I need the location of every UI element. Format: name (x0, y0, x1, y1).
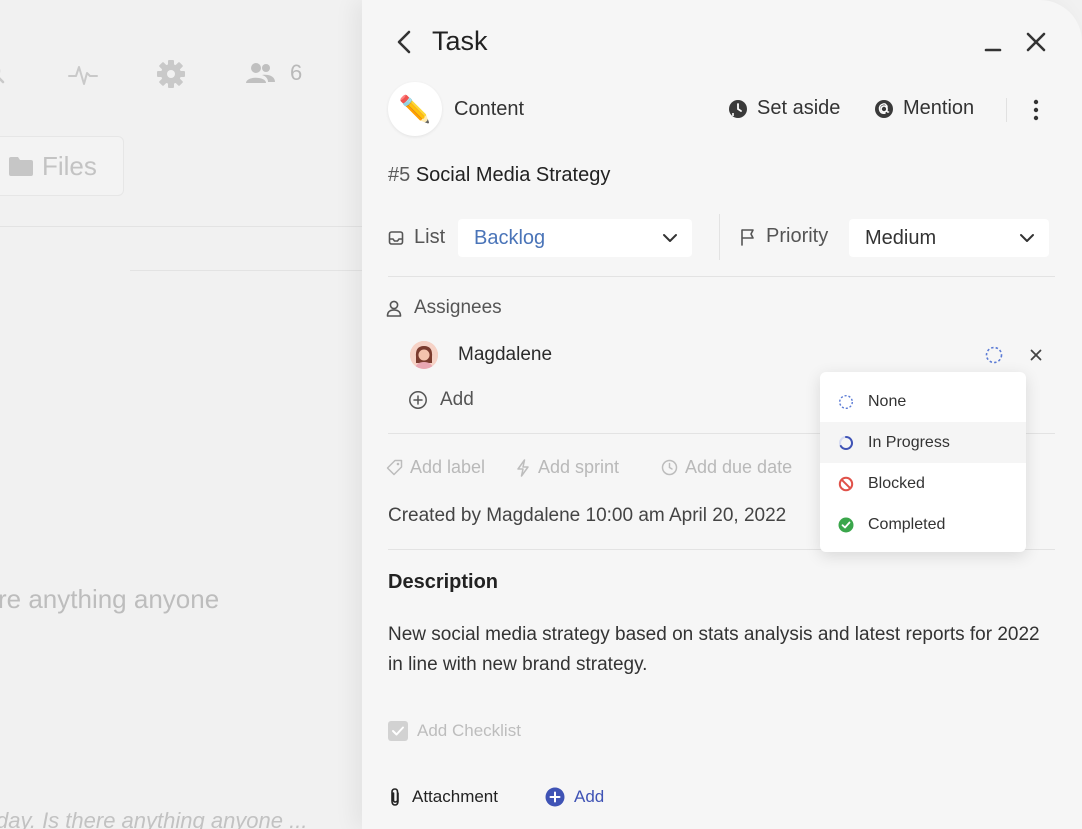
add-attachment-label: Add (574, 787, 605, 806)
list-field-label: List (388, 226, 445, 249)
status-option-none[interactable]: None (820, 381, 1026, 422)
status-option-label: Blocked (868, 474, 925, 492)
content-type-label: Content (454, 98, 525, 120)
task-name: Social Media Strategy (415, 164, 611, 186)
back-arrow-icon[interactable] (392, 28, 418, 56)
panel-title: Task (432, 26, 488, 56)
add-sprint-text: Add sprint (538, 457, 620, 477)
status-option-label: Completed (868, 515, 946, 533)
status-option-in-progress[interactable]: In Progress (820, 422, 1026, 463)
task-number: #5 (388, 164, 411, 186)
set-aside-button[interactable]: Set aside (728, 97, 840, 120)
clock-icon (661, 459, 678, 476)
assignees-heading: Assignees (386, 297, 502, 319)
paperclip-icon (391, 788, 399, 806)
members-count: 6 (290, 60, 303, 85)
members-indicator: 6 (244, 60, 302, 86)
users-icon (246, 63, 275, 83)
priority-label: Priority (766, 225, 829, 247)
search-icon (0, 68, 5, 84)
add-assignee-button[interactable]: Add (408, 389, 474, 411)
divider (0, 226, 362, 227)
status-option-blocked[interactable]: Blocked (820, 463, 1026, 504)
remove-assignee-icon[interactable] (1028, 347, 1044, 363)
at-sign-icon (875, 99, 893, 118)
more-vertical-icon[interactable] (1028, 98, 1044, 122)
status-option-label: None (868, 392, 907, 410)
attachment-label: Attachment (412, 787, 498, 806)
add-sprint-button[interactable]: Add sprint (515, 457, 619, 478)
status-dropdown: None In Progress Blocked Completed (820, 372, 1026, 552)
add-attachment-button[interactable]: Add (545, 787, 604, 807)
gear-icon (157, 60, 185, 88)
pencil-icon: ✏️ (398, 93, 432, 124)
inbox-icon (388, 230, 404, 245)
background-message: re anything anyone (0, 584, 220, 614)
dashed-circle-icon (838, 394, 854, 409)
mention-label: Mention (903, 97, 975, 119)
background-message: day. Is there anything anyone ... (0, 808, 308, 829)
divider (388, 276, 1055, 277)
add-due-date-button[interactable]: Add due date (661, 457, 792, 478)
folder-icon (9, 157, 33, 176)
blocked-icon (838, 476, 854, 491)
divider (719, 214, 720, 260)
assignee-name: Magdalene (458, 344, 553, 365)
priority-value: Medium (865, 226, 937, 249)
list-label: List (414, 226, 446, 248)
minimize-icon[interactable] (982, 30, 1006, 54)
assignees-label: Assignees (414, 297, 502, 318)
mention-button[interactable]: Mention (874, 97, 974, 120)
list-select[interactable]: Backlog (458, 219, 692, 257)
avatar (410, 341, 438, 369)
divider (1006, 98, 1007, 122)
description-text[interactable]: New social media strategy based on stats… (388, 620, 1048, 680)
clock-pause-icon (729, 99, 747, 118)
set-aside-label: Set aside (757, 97, 841, 119)
lightning-icon (517, 458, 529, 477)
description-heading: Description (388, 571, 499, 593)
status-option-label: In Progress (868, 433, 950, 451)
activity-icon (68, 66, 98, 85)
task-title: #5 Social Media Strategy (388, 164, 610, 187)
checkbox-icon (388, 721, 408, 741)
check-circle-icon (838, 517, 854, 532)
add-due-date-text: Add due date (685, 457, 793, 477)
add-label-button[interactable]: Add label (386, 457, 485, 478)
plus-circle-icon (409, 391, 427, 409)
divider (130, 270, 362, 271)
add-checklist-button[interactable]: Add Checklist (388, 721, 521, 741)
priority-select[interactable]: Medium (849, 219, 1049, 257)
list-value: Backlog (474, 226, 546, 249)
add-assignee-label: Add (440, 389, 474, 410)
plus-circle-icon (545, 787, 565, 807)
add-checklist-label: Add Checklist (417, 721, 521, 740)
add-label-text: Add label (410, 457, 486, 477)
flag-icon (741, 228, 754, 246)
attachment-section: Attachment (388, 787, 498, 807)
tag-icon (386, 459, 403, 476)
created-info: Created by Magdalene 10:00 am April 20, … (388, 505, 787, 526)
status-none-icon[interactable] (984, 345, 1004, 365)
progress-circle-icon (839, 435, 853, 450)
status-option-completed[interactable]: Completed (820, 504, 1026, 545)
chevron-down-icon (663, 234, 677, 242)
files-tab: Files (0, 136, 124, 196)
priority-field-label: Priority (740, 225, 828, 248)
content-avatar: ✏️ (388, 82, 442, 136)
chevron-down-icon (1020, 234, 1034, 242)
files-tab-label: Files (42, 150, 97, 181)
user-icon (386, 300, 402, 317)
close-icon[interactable] (1024, 30, 1048, 54)
